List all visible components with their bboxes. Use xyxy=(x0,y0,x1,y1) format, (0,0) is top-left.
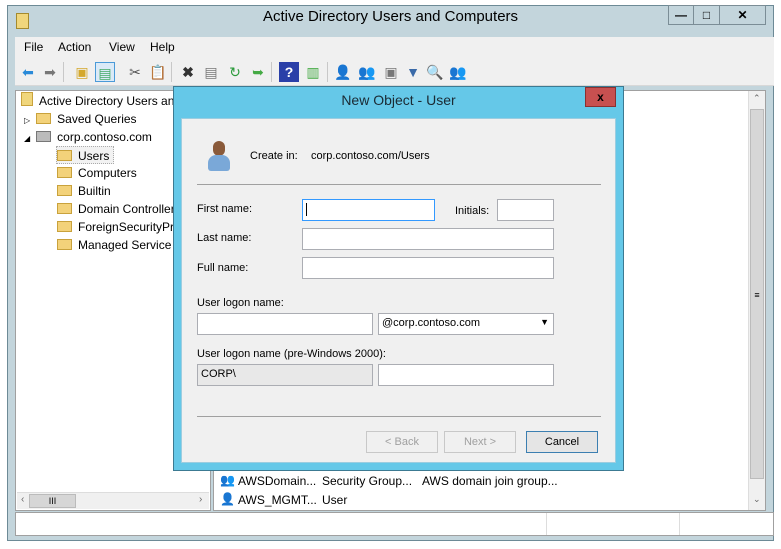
pre2000-label: User logon name (pre-Windows 2000): xyxy=(197,348,386,360)
menu-bar: File Action View Help xyxy=(15,37,774,58)
tree-label: Builtin xyxy=(78,184,111,198)
export-list-icon[interactable]: ➥ xyxy=(248,62,268,82)
pre2000-logon-input[interactable] xyxy=(378,364,554,386)
item-name: AWS_MGMT... xyxy=(238,493,317,507)
scroll-up-icon[interactable]: ⌃ xyxy=(753,93,761,104)
up-folder-icon[interactable]: ▣ xyxy=(72,62,92,82)
scroll-down-icon[interactable]: ⌄ xyxy=(753,494,761,505)
logon-name-label: User logon name: xyxy=(197,297,284,309)
new-object-user-dialog: New Object - User x Create in: corp.cont… xyxy=(173,86,624,471)
add-to-group-icon[interactable]: 👥 xyxy=(448,62,468,82)
full-name-label: Full name: xyxy=(197,262,249,274)
tree-label: Computers xyxy=(78,166,137,180)
tree-item-computers[interactable]: Computers xyxy=(57,164,137,182)
properties-icon[interactable]: ▤ xyxy=(201,62,221,82)
tree-item-builtin[interactable]: Builtin xyxy=(57,182,111,200)
domain-icon xyxy=(36,131,52,142)
horizontal-scrollbar[interactable]: ‹ III › xyxy=(17,492,209,509)
folder-icon xyxy=(57,221,72,232)
action-pane-icon[interactable]: ▥ xyxy=(303,62,323,82)
cancel-button[interactable]: Cancel xyxy=(526,431,598,453)
initials-input[interactable] xyxy=(497,199,554,221)
tree-item-domain-controllers[interactable]: Domain Controllers xyxy=(57,200,181,218)
list-item[interactable]: 👤 AWS_MGMT... User xyxy=(220,492,347,510)
folder-icon xyxy=(57,239,72,250)
item-type: User xyxy=(322,493,348,507)
last-name-label: Last name: xyxy=(197,232,252,244)
tree-label: Saved Queries xyxy=(57,112,137,126)
new-user-icon[interactable]: 👤 xyxy=(333,62,353,82)
new-group-icon[interactable]: 👥 xyxy=(357,62,377,82)
list-item[interactable]: 👥 AWSDomain... Security Group... AWS dom… xyxy=(220,473,558,491)
logon-name-input[interactable] xyxy=(197,313,373,335)
pre2000-domain-field: CORP\ xyxy=(197,364,373,386)
dialog-close-button[interactable]: x xyxy=(585,87,616,107)
next-button[interactable]: Next > xyxy=(444,431,516,453)
menu-file[interactable]: File xyxy=(24,40,43,54)
first-name-input[interactable] xyxy=(302,199,435,221)
tree-label: corp.contoso.com xyxy=(57,130,152,144)
folder-icon xyxy=(57,150,72,161)
toolbar: ⬅ ➡ ▣ ▤ ✂ 📋 ✖ ▤ ↻ ➥ ? ▥ 👤 👥 ▣ ▼ 🔍 👥 xyxy=(15,58,774,86)
user-icon: 👤 xyxy=(220,492,235,506)
first-name-label: First name: xyxy=(197,203,253,215)
scroll-thumb[interactable]: III xyxy=(29,494,76,508)
item-type: Security Group... xyxy=(322,474,413,488)
folder-icon xyxy=(57,185,72,196)
tree-label: Users xyxy=(78,149,110,163)
domain-select[interactable]: @corp.contoso.com ▼ xyxy=(378,313,554,335)
show-console-tree-icon[interactable]: ▤ xyxy=(95,62,115,82)
tree-label: Domain Controllers xyxy=(78,202,181,216)
group-icon: 👥 xyxy=(220,473,235,487)
find-icon[interactable]: 🔍 xyxy=(425,62,445,82)
user-icon xyxy=(208,141,230,173)
tree-item-saved-queries[interactable]: ▷ Saved Queries xyxy=(24,110,137,128)
forward-icon[interactable]: ➡ xyxy=(40,62,60,82)
ou-icon xyxy=(57,203,72,214)
scroll-left-icon[interactable]: ‹ xyxy=(21,494,24,505)
menu-help[interactable]: Help xyxy=(150,40,175,54)
back-icon[interactable]: ⬅ xyxy=(18,62,38,82)
expand-icon[interactable]: ▷ xyxy=(24,116,30,125)
create-in-label: Create in: xyxy=(250,150,298,162)
cut-icon[interactable]: ✂ xyxy=(125,62,145,82)
minimize-button[interactable]: — xyxy=(668,5,694,25)
item-description: AWS domain join group... xyxy=(422,474,558,488)
refresh-icon[interactable]: ↻ xyxy=(225,62,245,82)
paste-icon[interactable]: 📋 xyxy=(148,62,168,82)
collapse-icon[interactable]: ◢ xyxy=(24,134,30,143)
item-name: AWSDomain... xyxy=(238,474,317,488)
domain-select-value: @corp.contoso.com xyxy=(382,317,480,329)
text-cursor xyxy=(306,203,307,216)
close-button[interactable]: ✕ xyxy=(719,5,766,25)
filter-icon[interactable]: ▼ xyxy=(403,62,423,82)
chevron-down-icon: ▼ xyxy=(540,317,549,327)
new-ou-icon[interactable]: ▣ xyxy=(381,62,401,82)
delete-icon[interactable]: ✖ xyxy=(178,62,198,82)
last-name-input[interactable] xyxy=(302,228,554,250)
tree-item-users[interactable]: Users xyxy=(56,146,115,164)
tree-item-domain[interactable]: ◢ corp.contoso.com xyxy=(24,128,152,146)
menu-view[interactable]: View xyxy=(109,40,135,54)
create-in-value: corp.contoso.com/Users xyxy=(311,150,430,162)
scroll-right-icon[interactable]: › xyxy=(199,494,202,505)
folder-icon xyxy=(36,113,52,124)
help-icon[interactable]: ? xyxy=(279,62,299,82)
vertical-scrollbar[interactable]: ⌃ ≡ ⌄ xyxy=(748,91,765,510)
status-bar xyxy=(15,512,774,536)
window-title: Active Directory Users and Computers xyxy=(262,8,519,25)
dialog-body: Create in: corp.contoso.com/Users First … xyxy=(181,118,616,463)
back-button[interactable]: < Back xyxy=(366,431,438,453)
folder-icon xyxy=(57,167,72,178)
scroll-thumb[interactable]: ≡ xyxy=(750,109,764,479)
maximize-button[interactable]: □ xyxy=(693,5,720,25)
initials-label: Initials: xyxy=(455,205,490,217)
full-name-input[interactable] xyxy=(302,257,554,279)
dialog-title: New Object - User xyxy=(341,92,456,108)
menu-action[interactable]: Action xyxy=(58,40,91,54)
